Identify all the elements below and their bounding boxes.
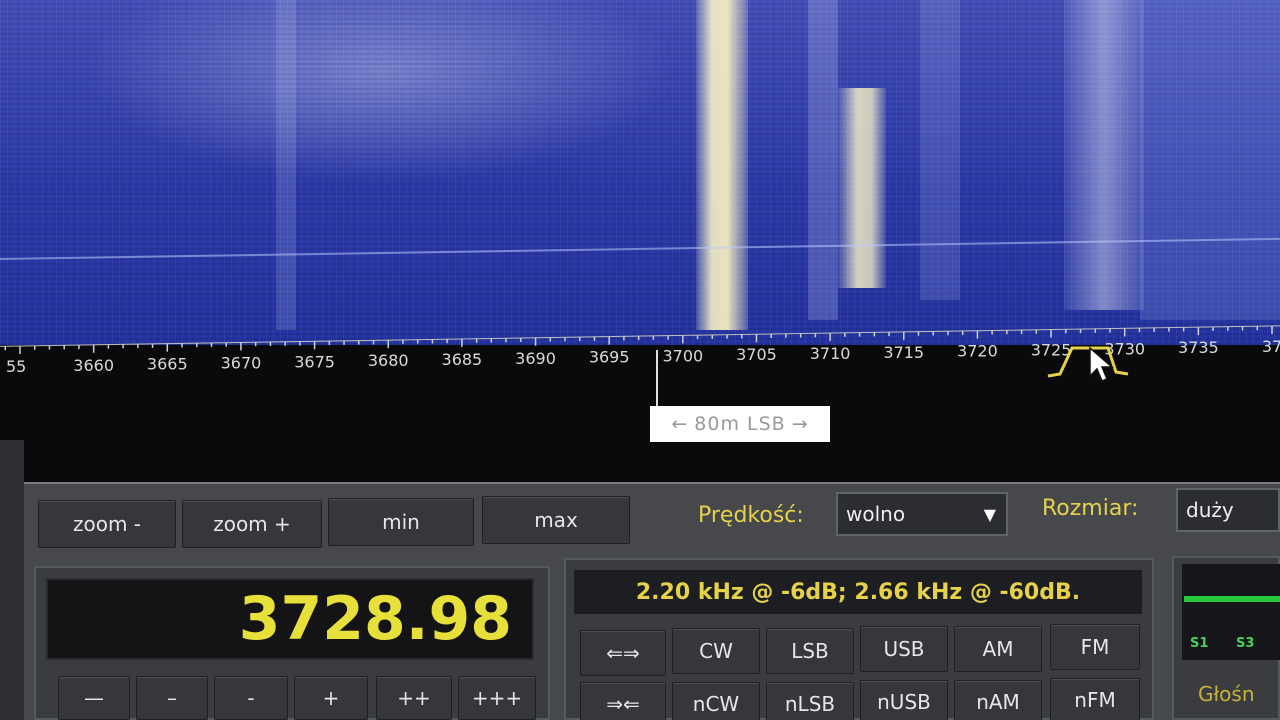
scale-tick-label: 3735 <box>1178 338 1219 357</box>
s-meter-label-s3: S3 <box>1236 636 1255 651</box>
zoom-out-button[interactable]: zoom - <box>38 500 176 548</box>
band-label[interactable]: ← 80m LSB → <box>650 406 830 442</box>
scale-tick-label: 3685 <box>442 350 483 369</box>
mode-cw-button[interactable]: CW <box>672 628 760 674</box>
speed-label: Prędkość: <box>698 503 804 528</box>
step-down-small-button[interactable]: - <box>214 676 288 720</box>
dropdown-arrow-icon: ▼ <box>983 504 996 524</box>
scale-tick-label: 3715 <box>883 343 924 362</box>
s-meter-bar <box>1184 596 1280 602</box>
step-up-medium-button[interactable]: ++ <box>376 676 452 720</box>
mode-am-button[interactable]: AM <box>954 626 1042 672</box>
scale-tick-label: 37 <box>1262 337 1280 356</box>
zoom-in-button[interactable]: zoom + <box>182 500 322 548</box>
step-up-large-button[interactable]: +++ <box>458 676 536 720</box>
volume-label: Głośn <box>1198 682 1255 706</box>
size-select[interactable]: duży <box>1176 488 1280 532</box>
scale-tick-label: 3675 <box>294 352 335 371</box>
panel-left-frame <box>0 440 24 720</box>
scale-tick-label: 3695 <box>589 348 630 367</box>
mode-usb-button[interactable]: USB <box>860 626 948 672</box>
bandwidth-readout: 2.20 kHz @ -6dB; 2.66 kHz @ -60dB. <box>574 570 1142 614</box>
scale-tick-label: 3665 <box>147 355 188 374</box>
signal-trace <box>276 0 296 330</box>
step-up-small-button[interactable]: + <box>294 676 368 720</box>
scale-tick-label: 3700 <box>662 346 703 365</box>
scale-tick-label: 3680 <box>368 351 409 370</box>
speed-select[interactable]: wolno ▼ <box>836 492 1008 536</box>
mode-nfm-button[interactable]: nFM <box>1050 678 1140 720</box>
band-label-text: 80m LSB <box>694 413 786 435</box>
widen-filter-button[interactable]: ⇐⇒ <box>580 630 666 676</box>
scale-tick-label: 3690 <box>515 349 556 368</box>
narrow-filter-button[interactable]: ⇒⇐ <box>580 682 666 720</box>
signal-trace <box>1140 0 1280 320</box>
signal-trace <box>920 0 960 300</box>
band-marker-line <box>656 350 658 408</box>
mode-nlsb-button[interactable]: nLSB <box>766 682 854 720</box>
right-arrow-icon: → <box>791 413 809 435</box>
scale-tick-label: 3660 <box>73 356 114 375</box>
max-button[interactable]: max <box>482 496 630 544</box>
size-select-value: duży <box>1186 498 1234 522</box>
mouse-cursor-icon <box>1089 346 1115 382</box>
scale-tick-label: 55 <box>6 357 26 376</box>
signal-trace <box>696 0 748 330</box>
mode-nam-button[interactable]: nAM <box>954 680 1042 720</box>
signal-trace <box>808 0 838 320</box>
speed-select-value: wolno <box>846 502 906 526</box>
scale-tick-label: 3710 <box>810 344 851 363</box>
mode-lsb-button[interactable]: LSB <box>766 628 854 674</box>
scale-tick-label: 3670 <box>221 353 262 372</box>
mode-nusb-button[interactable]: nUSB <box>860 680 948 720</box>
mode-ncw-button[interactable]: nCW <box>672 682 760 720</box>
left-arrow-icon: ← <box>671 413 689 435</box>
frequency-display[interactable]: 3728.98 <box>46 578 534 660</box>
signal-trace <box>1064 0 1144 310</box>
scale-tick-label: 3720 <box>957 342 998 361</box>
step-down-large-button[interactable]: — <box>58 676 130 720</box>
size-label: Rozmiar: <box>1042 496 1139 521</box>
signal-trace <box>838 88 886 288</box>
s-meter-label-s1: S1 <box>1190 636 1209 651</box>
step-down-medium-button[interactable]: – <box>136 676 208 720</box>
mode-fm-button[interactable]: FM <box>1050 624 1140 670</box>
scale-tick-label: 3705 <box>736 345 777 364</box>
min-button[interactable]: min <box>328 498 474 546</box>
waterfall-display[interactable] <box>0 0 1280 345</box>
